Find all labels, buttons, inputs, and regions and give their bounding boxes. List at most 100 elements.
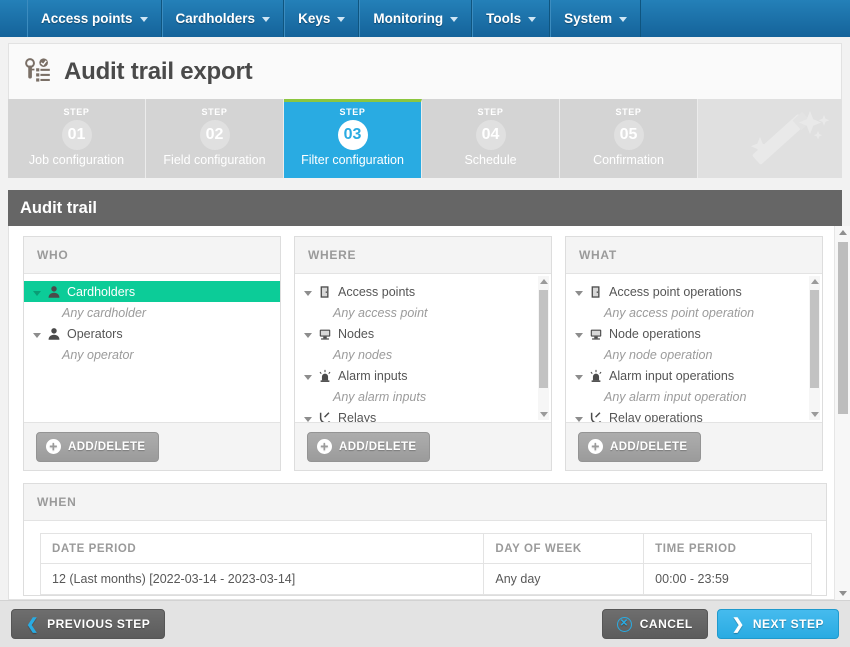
panel-when-title: WHEN bbox=[24, 484, 826, 521]
siren-icon bbox=[319, 369, 331, 382]
scrollbar-thumb[interactable] bbox=[838, 242, 848, 414]
tree-node-label: Alarm inputs bbox=[338, 368, 408, 383]
chevron-down-icon[interactable] bbox=[575, 416, 583, 422]
panel-where-footer: + ADD/DELETE bbox=[295, 422, 551, 470]
step-number: 04 bbox=[475, 120, 506, 150]
table-row[interactable]: 12 (Last months) [2022-03-14 - 2023-03-1… bbox=[39, 563, 812, 595]
step-number: 05 bbox=[613, 120, 644, 150]
what-tree: Access point operations Any access point… bbox=[566, 274, 822, 422]
scroll-up-icon[interactable] bbox=[540, 279, 548, 284]
chevron-down-icon[interactable] bbox=[304, 332, 312, 338]
monitor-icon bbox=[590, 329, 602, 340]
cancel-button[interactable]: ✕ CANCEL bbox=[601, 609, 708, 639]
chevron-down-icon bbox=[619, 17, 628, 22]
next-step-button[interactable]: ❯ NEXT STEP bbox=[716, 609, 839, 639]
step-label: Schedule bbox=[464, 153, 517, 167]
person-icon bbox=[48, 285, 60, 298]
what-scrollbar[interactable] bbox=[809, 276, 820, 420]
tree-node-relay-operations[interactable]: Relay operations bbox=[566, 407, 822, 422]
tree-node-node-operations[interactable]: Node operations bbox=[566, 323, 822, 344]
previous-step-button[interactable]: ❮ PREVIOUS STEP bbox=[11, 609, 166, 639]
page-scrollbar[interactable] bbox=[834, 226, 850, 600]
when-table: DATE PERIOD DAY OF WEEK TIME PERIOD 12 (… bbox=[39, 533, 812, 595]
scroll-up-icon[interactable] bbox=[839, 230, 847, 235]
tree-leaf-any-operator[interactable]: Any operator bbox=[24, 344, 280, 365]
wizard-step-2[interactable]: STEP 02 Field configuration bbox=[146, 99, 284, 178]
monitor-icon bbox=[319, 329, 331, 340]
panel-what-title: WHAT bbox=[566, 237, 822, 274]
tree-node-label: Alarm input operations bbox=[609, 368, 735, 383]
filter-content: WHO Cardholders Any cardholder Operators… bbox=[8, 226, 842, 600]
what-add-delete-button[interactable]: + ADD/DELETE bbox=[578, 431, 702, 462]
tree-leaf-any-nodes[interactable]: Any nodes bbox=[295, 344, 551, 365]
tree-node-access-points[interactable]: Access points bbox=[295, 281, 551, 302]
panel-when: WHEN DATE PERIOD DAY OF WEEK TIME PERIOD… bbox=[23, 483, 827, 596]
where-scrollbar[interactable] bbox=[538, 276, 549, 420]
page-header: Audit trail export bbox=[8, 43, 842, 99]
chevron-down-icon[interactable] bbox=[304, 290, 312, 296]
column-header-day-of-week[interactable]: DAY OF WEEK bbox=[483, 533, 645, 564]
panel-who-body: Cardholders Any cardholder Operators Any… bbox=[24, 274, 280, 422]
chevron-down-icon[interactable] bbox=[33, 290, 41, 296]
where-add-delete-button[interactable]: + ADD/DELETE bbox=[307, 431, 431, 462]
nav-item-keys[interactable]: Keys bbox=[284, 0, 360, 37]
chevron-down-icon[interactable] bbox=[575, 332, 583, 338]
application-window: Access points Cardholders Keys Monitorin… bbox=[0, 0, 850, 647]
scrollbar-thumb[interactable] bbox=[810, 290, 819, 388]
relay-icon bbox=[590, 411, 602, 422]
scroll-down-icon[interactable] bbox=[839, 591, 847, 596]
panel-where-title: WHERE bbox=[295, 237, 551, 274]
wizard-step-4[interactable]: STEP 04 Schedule bbox=[422, 99, 560, 178]
tree-node-label: Operators bbox=[67, 326, 123, 341]
nav-item-monitoring[interactable]: Monitoring bbox=[359, 0, 473, 37]
section-bar: Audit trail bbox=[8, 190, 842, 226]
chevron-down-icon[interactable] bbox=[575, 290, 583, 296]
panel-what: WHAT Access point operations Any access … bbox=[565, 236, 823, 471]
chevron-down-icon[interactable] bbox=[575, 374, 583, 380]
cancel-label: CANCEL bbox=[639, 617, 693, 631]
nav-item-system[interactable]: System bbox=[550, 0, 642, 37]
tree-leaf-any-cardholder[interactable]: Any cardholder bbox=[24, 302, 280, 323]
column-header-time-period[interactable]: TIME PERIOD bbox=[643, 533, 812, 564]
tree-leaf-any-alarm-input-operation[interactable]: Any alarm input operation bbox=[566, 386, 822, 407]
scroll-down-icon[interactable] bbox=[540, 412, 548, 417]
chevron-down-icon[interactable] bbox=[304, 416, 312, 422]
where-tree: Access points Any access point Nodes Any… bbox=[295, 274, 551, 422]
tree-leaf-any-access-point-operation[interactable]: Any access point operation bbox=[566, 302, 822, 323]
chevron-down-icon bbox=[528, 17, 537, 22]
tree-node-cardholders[interactable]: Cardholders bbox=[24, 281, 280, 302]
scrollbar-thumb[interactable] bbox=[539, 290, 548, 388]
tree-node-alarm-input-operations[interactable]: Alarm input operations bbox=[566, 365, 822, 386]
tree-leaf-any-node-operation[interactable]: Any node operation bbox=[566, 344, 822, 365]
tree-node-nodes[interactable]: Nodes bbox=[295, 323, 551, 344]
tree-node-operators[interactable]: Operators bbox=[24, 323, 280, 344]
chevron-down-icon bbox=[450, 17, 459, 22]
wizard-step-5[interactable]: STEP 05 Confirmation bbox=[560, 99, 698, 178]
wizard-step-3[interactable]: STEP 03 Filter configuration bbox=[284, 99, 422, 178]
tree-leaf-any-alarm-inputs[interactable]: Any alarm inputs bbox=[295, 386, 551, 407]
navbar-left-pad bbox=[0, 0, 27, 37]
nav-item-tools[interactable]: Tools bbox=[472, 0, 551, 37]
door-icon bbox=[591, 285, 600, 298]
section-title: Audit trail bbox=[20, 198, 97, 217]
tree-node-label: Access points bbox=[338, 284, 416, 299]
panel-where: WHERE Access points Any access point Nod… bbox=[294, 236, 552, 471]
tree-node-alarm-inputs[interactable]: Alarm inputs bbox=[295, 365, 551, 386]
tree-node-access-point-operations[interactable]: Access point operations bbox=[566, 281, 822, 302]
step-number: 02 bbox=[199, 120, 230, 150]
what-add-delete-label: ADD/DELETE bbox=[610, 440, 688, 453]
chevron-down-icon[interactable] bbox=[304, 374, 312, 380]
tree-leaf-any-access-point[interactable]: Any access point bbox=[295, 302, 551, 323]
nav-item-access-points[interactable]: Access points bbox=[27, 0, 162, 37]
step-label: Field configuration bbox=[163, 153, 266, 167]
who-add-delete-button[interactable]: + ADD/DELETE bbox=[36, 431, 160, 462]
nav-item-cardholders[interactable]: Cardholders bbox=[161, 0, 285, 37]
column-header-date-period[interactable]: DATE PERIOD bbox=[39, 533, 485, 564]
tree-node-relays[interactable]: Relays bbox=[295, 407, 551, 422]
scroll-down-icon[interactable] bbox=[811, 412, 819, 417]
plus-circle-icon: + bbox=[46, 439, 61, 454]
panel-who-footer: + ADD/DELETE bbox=[24, 422, 280, 470]
scroll-up-icon[interactable] bbox=[811, 279, 819, 284]
chevron-down-icon[interactable] bbox=[33, 332, 41, 338]
wizard-step-1[interactable]: STEP 01 Job configuration bbox=[8, 99, 146, 178]
